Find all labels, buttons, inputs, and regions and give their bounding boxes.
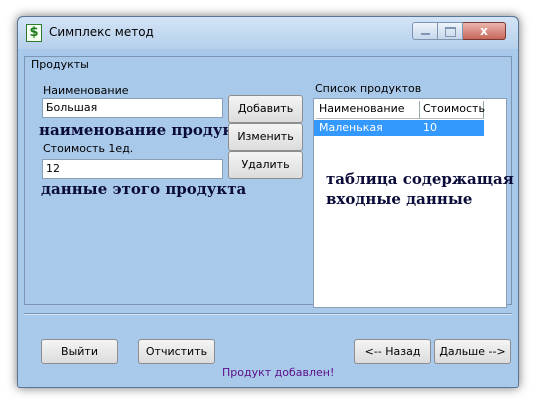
close-icon: x (480, 24, 488, 38)
separator (24, 313, 512, 315)
data-annotation: данные этого продукта (41, 180, 247, 198)
close-button[interactable]: x (463, 22, 506, 40)
dollar-icon: $ (26, 24, 42, 42)
add-button[interactable]: Добавить (228, 95, 303, 123)
cost-input[interactable]: 12 (42, 159, 223, 179)
product-list-label: Список продуктов (315, 82, 422, 95)
table-annotation-line2: входные данные (326, 190, 473, 208)
clear-button[interactable]: Отчистить (138, 339, 215, 364)
minimize-button[interactable] (412, 22, 438, 40)
column-header-name[interactable]: Наименование (316, 101, 420, 119)
name-label: Наименование (43, 84, 129, 97)
row-cost-cell: 10 (423, 121, 437, 134)
name-input[interactable]: Большая (42, 98, 223, 118)
status-text: Продукт добавлен! (222, 366, 335, 379)
delete-button[interactable]: Удалить (228, 151, 303, 179)
name-annotation: наименование продукта (39, 121, 253, 139)
main-window: $ Симплекс метод x Продукты Наименование… (17, 16, 519, 388)
table-row[interactable]: Маленькая 10 (314, 120, 484, 136)
edit-button[interactable]: Изменить (228, 123, 303, 151)
next-button[interactable]: Дальше --> (434, 339, 511, 364)
title-bar[interactable]: $ Симплекс метод x (18, 17, 518, 49)
back-button[interactable]: <-- Назад (354, 339, 431, 364)
products-group-label: Продукты (30, 58, 90, 71)
cost-label: Стоимость 1ед. (43, 142, 134, 155)
window-title: Симплекс метод (49, 25, 154, 39)
maximize-button[interactable] (438, 22, 463, 40)
row-name-cell: Маленькая (319, 121, 383, 134)
table-annotation-line1: таблица содержащая (326, 170, 514, 188)
column-header-cost[interactable]: Стоимость (420, 101, 485, 119)
exit-button[interactable]: Выйти (41, 339, 118, 364)
